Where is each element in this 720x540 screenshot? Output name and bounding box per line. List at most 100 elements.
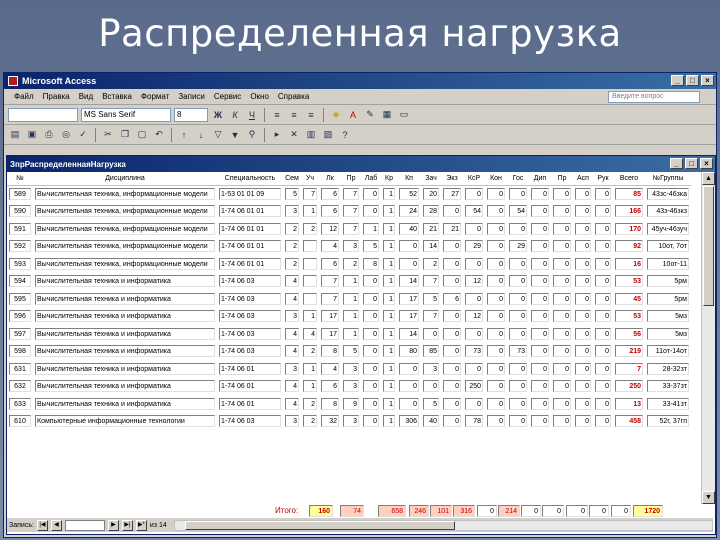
table-cell[interactable]: 0 [463,255,485,273]
table-cell[interactable]: 594 [7,273,33,291]
table-cell[interactable]: 11от-14от [645,343,691,361]
table-cell[interactable]: 0 [485,395,507,413]
align-right-icon[interactable]: ≡ [304,108,318,122]
menu-view[interactable]: Вид [79,92,93,101]
table-cell[interactable]: 7 [301,185,319,203]
fill-color-icon[interactable]: ◈ [329,108,343,122]
table-cell[interactable]: 21 [441,220,463,238]
table-cell[interactable]: 0 [485,255,507,273]
table-cell[interactable]: 0 [507,273,529,291]
spelling-icon[interactable]: ✓ [76,128,90,142]
table-cell[interactable]: 54 [507,203,529,221]
horizontal-scrollbar[interactable] [173,519,713,531]
table-cell[interactable]: 2 [301,395,319,413]
table-cell[interactable]: 1 [341,325,361,343]
table-cell[interactable]: 0 [397,238,421,256]
save-icon[interactable]: ▣ [25,128,39,142]
table-cell[interactable]: 0 [529,220,551,238]
table-cell[interactable]: 1-74 06 01 01 [217,255,283,273]
table-cell[interactable]: 2 [341,255,361,273]
table-cell[interactable]: 8 [319,343,341,361]
table-cell[interactable]: 0 [421,325,441,343]
table-cell[interactable]: 0 [593,325,613,343]
table-cell[interactable]: 0 [573,185,593,203]
table-cell[interactable]: 0 [529,413,551,431]
table-cell[interactable]: 17 [319,308,341,326]
table-cell[interactable]: 0 [507,413,529,431]
table-cell[interactable]: 597 [7,325,33,343]
table-cell[interactable]: Вычислительная техника и информатика [33,395,217,413]
table-cell[interactable]: 0 [529,255,551,273]
table-cell[interactable]: 0 [361,308,381,326]
table-cell[interactable]: 0 [529,395,551,413]
table-cell[interactable]: 0 [463,220,485,238]
table-cell[interactable] [301,255,319,273]
italic-button[interactable]: К [228,108,242,122]
table-cell[interactable]: 2 [283,255,301,273]
menu-insert[interactable]: Вставка [102,92,132,101]
table-cell[interactable]: 0 [593,290,613,308]
minimize-button[interactable]: _ [671,75,684,86]
table-cell[interactable]: 0 [441,395,463,413]
copy-icon[interactable]: ❐ [118,128,132,142]
table-cell[interactable]: 0 [529,343,551,361]
table-cell[interactable]: 5 [421,395,441,413]
column-header[interactable]: Экз [441,172,463,186]
column-header[interactable]: №Группы [645,172,691,186]
table-cell[interactable]: 45 [613,290,645,308]
column-header[interactable]: Всего [613,172,645,186]
table-cell[interactable]: 4 [319,238,341,256]
table-cell[interactable]: 0 [441,378,463,396]
table-cell[interactable]: 0 [463,360,485,378]
table-cell[interactable]: 43зс-46зка [645,185,691,203]
table-cell[interactable]: 8 [361,255,381,273]
table-cell[interactable]: 0 [463,395,485,413]
table-cell[interactable]: 0 [529,273,551,291]
table-cell[interactable]: 0 [573,273,593,291]
table-cell[interactable]: 0 [529,238,551,256]
table-cell[interactable]: 24 [397,203,421,221]
database-window-icon[interactable]: ▥ [304,128,318,142]
undo-icon[interactable]: ↶ [152,128,166,142]
table-cell[interactable]: 5мз [645,325,691,343]
table-cell[interactable]: 1 [341,308,361,326]
table-cell[interactable]: 73 [507,343,529,361]
table-cell[interactable]: 1-74 06 01 01 [217,238,283,256]
table-cell[interactable]: 166 [613,203,645,221]
table-cell[interactable]: 5 [283,185,301,203]
table-cell[interactable]: 1 [381,325,397,343]
table-cell[interactable]: 0 [441,343,463,361]
table-cell[interactable]: 28-32зт [645,360,691,378]
table-row[interactable]: 592 Вычислительная техника, информационны… [7,238,691,256]
table-cell[interactable]: 0 [485,308,507,326]
table-cell[interactable]: 0 [507,290,529,308]
table-cell[interactable]: 0 [463,290,485,308]
preview-icon[interactable]: ◎ [59,128,73,142]
table-cell[interactable]: 4 [283,325,301,343]
column-header[interactable]: Специальность [217,172,283,186]
table-cell[interactable]: 0 [441,360,463,378]
menu-tools[interactable]: Сервис [214,92,241,101]
menu-file[interactable]: Файл [14,92,34,101]
table-cell[interactable]: 0 [551,378,573,396]
menu-window[interactable]: Окно [250,92,269,101]
table-cell[interactable]: 17 [397,308,421,326]
table-cell[interactable]: 3 [283,413,301,431]
table-cell[interactable]: 0 [593,308,613,326]
table-cell[interactable]: 0 [551,255,573,273]
table-cell[interactable]: 0 [529,185,551,203]
table-cell[interactable]: 250 [613,378,645,396]
table-cell[interactable]: 1 [341,273,361,291]
table-cell[interactable]: 1-74 06 01 01 [217,203,283,221]
table-cell[interactable]: 0 [441,273,463,291]
table-cell[interactable]: 27 [441,185,463,203]
column-header[interactable]: Уч [301,172,319,186]
table-cell[interactable]: 78 [463,413,485,431]
table-cell[interactable]: 4 [283,273,301,291]
align-left-icon[interactable]: ≡ [270,108,284,122]
font-size-select[interactable]: 8 [174,107,208,122]
table-cell[interactable]: 0 [397,360,421,378]
table-cell[interactable]: 1 [381,273,397,291]
table-cell[interactable]: 0 [573,203,593,221]
filter-form-icon[interactable]: ▼ [228,128,242,142]
